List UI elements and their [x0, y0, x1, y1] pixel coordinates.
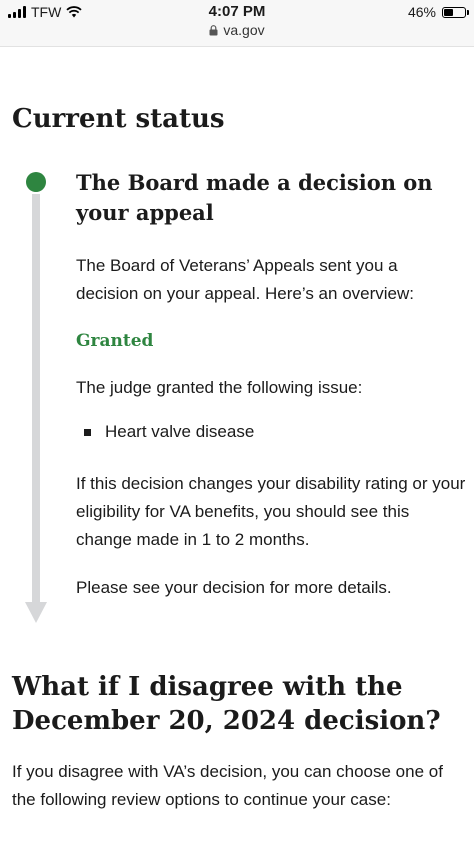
current-status-heading: Current status [12, 104, 225, 134]
bullet-icon [84, 428, 91, 436]
address-bar[interactable]: va.gov [0, 22, 474, 38]
issue-name: Heart valve disease [105, 422, 255, 441]
lock-icon [209, 24, 218, 35]
issue-list-item: Heart valve disease [84, 422, 254, 442]
event-title: The Board made a decision on your appeal [76, 170, 433, 225]
rating-change-note: If this decision changes your disability… [76, 474, 466, 549]
timeline-current-dot [26, 172, 46, 192]
ios-status-bar: TFW 4:07 PM va.gov 46% [0, 0, 474, 47]
battery-percent: 46% [407, 4, 436, 20]
decision-intro: The Board of Veterans’ Appeals sent you … [76, 256, 414, 303]
clock: 4:07 PM [208, 3, 266, 20]
review-options-intro: If you disagree with VA’s decision, you … [12, 762, 443, 809]
timeline-arrow-icon [25, 602, 47, 623]
battery-icon [442, 6, 469, 18]
timeline-line [32, 194, 40, 604]
disagree-heading: What if I disagree with the December 20,… [12, 672, 441, 736]
battery-area: 46% [407, 4, 469, 20]
details-note: Please see your decision for more detail… [76, 578, 392, 597]
battery-level-fill [444, 8, 453, 16]
granted-label: Granted [76, 331, 154, 351]
granted-intro: The judge granted the following issue: [76, 378, 363, 397]
url-text[interactable]: va.gov [223, 22, 264, 38]
